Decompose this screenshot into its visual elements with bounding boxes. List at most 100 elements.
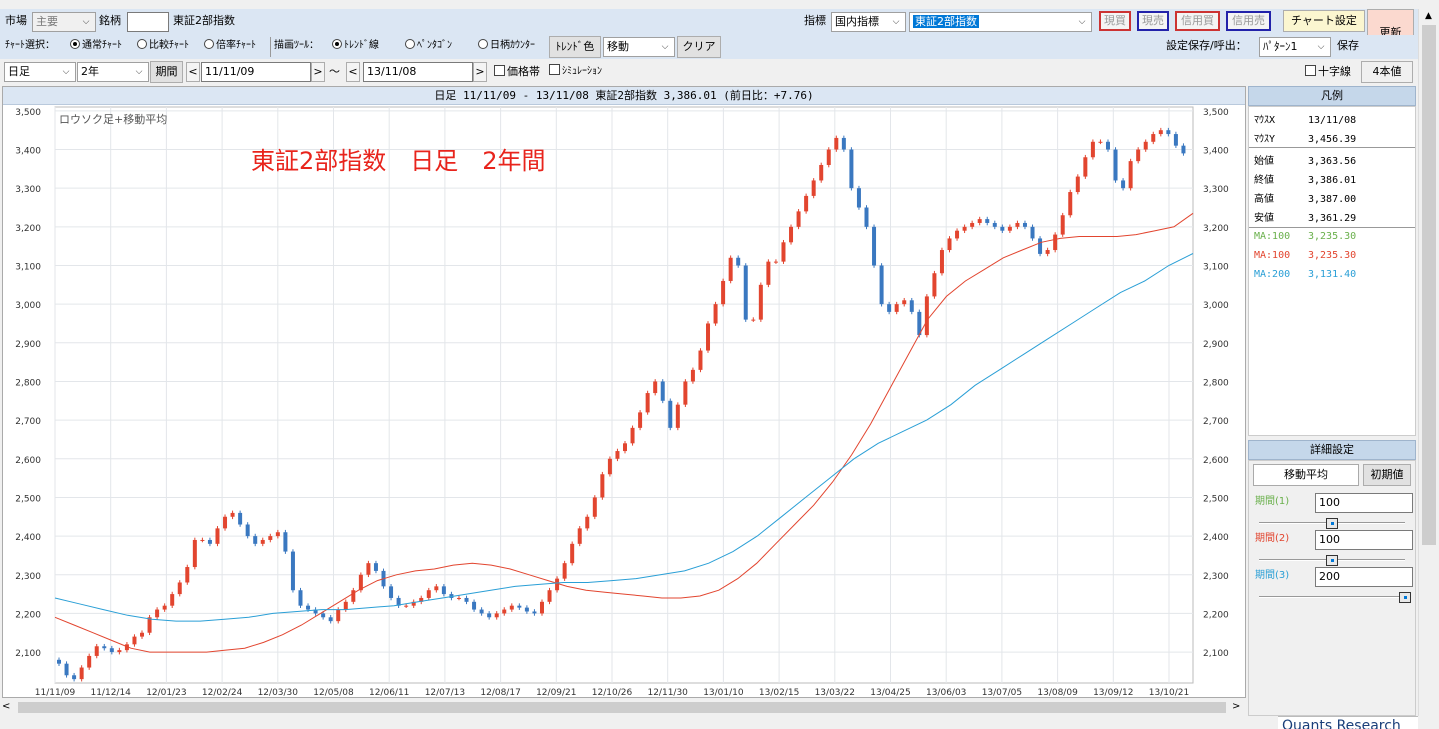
candles-button[interactable]: 4本値 [1361, 61, 1413, 83]
chart-subtitle: ロウソク足+移動平均 [59, 112, 167, 126]
radio-trend-line[interactable]: ﾄﾚﾝﾄﾞ線 [332, 36, 379, 56]
margin-sell-button[interactable]: 信用売 [1226, 11, 1271, 31]
save-button[interactable]: 保存 [1337, 36, 1359, 56]
toolbar-period: 日足 ⌵ 2年 ⌵ 期間 < 11/11/09 > ～ < 13/11/08 > 価… [0, 59, 1439, 85]
radio-off-icon [405, 39, 415, 49]
scroll-right-icon[interactable]: > [1232, 701, 1240, 712]
candle-body [487, 613, 492, 618]
trend-color-button[interactable]: ﾄﾚﾝﾄﾞ色 [549, 36, 601, 58]
candle-body [298, 590, 303, 606]
symbol-input[interactable] [127, 12, 169, 32]
legend-mouse-x-value: 13/11/08 [1308, 115, 1357, 126]
chart-settings-button[interactable]: チャート設定 [1283, 10, 1365, 32]
legend-ma3: MA:200 3,131.40 [1254, 269, 1356, 280]
candle-body [1158, 130, 1163, 135]
scroll-thumb[interactable] [1422, 25, 1436, 545]
candle-body [1060, 215, 1065, 235]
chevron-down-icon: ⌵ [1317, 42, 1325, 52]
window-vscrollbar[interactable]: ▲ [1418, 9, 1439, 716]
move-select[interactable]: 移動 ⌵ [603, 37, 675, 57]
cash-sell-button[interactable]: 現売 [1137, 11, 1169, 31]
price-band-checkbox[interactable]: 価格帯 [494, 62, 540, 82]
candle-body [841, 137, 846, 150]
indicator-category-select[interactable]: 国内指標 ⌵ [831, 12, 906, 32]
candle-body [547, 590, 552, 602]
candle-body [1105, 141, 1110, 150]
period3-slider[interactable] [1259, 592, 1411, 603]
candle-body [290, 551, 295, 591]
span-select[interactable]: 2年 ⌵ [77, 62, 149, 82]
simulation-checkbox[interactable]: ｼﾐｭﾚｰｼｮﾝ [549, 62, 602, 82]
chart-hscrollbar[interactable]: < > [0, 699, 1246, 716]
slider-thumb[interactable] [1326, 518, 1338, 529]
chevron-right-icon[interactable]: > [473, 62, 487, 82]
period2-input[interactable]: 100 [1315, 530, 1413, 550]
candle-body [215, 528, 220, 544]
radio-off-icon [137, 39, 147, 49]
candle-body [147, 617, 152, 633]
y-tick-label: 3,500 [1203, 108, 1229, 118]
period-type-select[interactable]: 日足 ⌵ [4, 62, 76, 82]
candle-body [268, 536, 273, 540]
radio-compare-chart[interactable]: 比較ﾁｬｰﾄ [137, 36, 189, 56]
period-button[interactable]: 期間 [150, 61, 183, 83]
move-select-value: 移動 [607, 40, 629, 53]
clear-button[interactable]: クリア [677, 36, 721, 58]
detail-header: 詳細設定 [1248, 440, 1416, 460]
scroll-thumb[interactable] [18, 702, 1226, 713]
to-date-input[interactable]: 13/11/08 [363, 62, 473, 82]
x-tick-label: 13/01/10 [703, 688, 744, 697]
slider-thumb[interactable] [1399, 592, 1411, 603]
crosshair-checkbox[interactable]: 十字線 [1305, 62, 1351, 82]
tab-moving-average[interactable]: 移動平均 [1253, 464, 1359, 486]
period1-input[interactable]: 100 [1315, 493, 1413, 513]
scroll-left-icon[interactable]: < [2, 701, 10, 712]
candle-body [630, 427, 635, 444]
y-tick-label: 3,200 [15, 224, 41, 234]
slider-thumb[interactable] [1326, 555, 1338, 566]
chevron-left-icon[interactable]: < [346, 62, 360, 82]
indicator-select[interactable]: 東証2部指数 ⌵ [909, 12, 1092, 32]
candle-body [1053, 234, 1058, 251]
init-button[interactable]: 初期値 [1363, 464, 1411, 486]
candle-body [728, 257, 733, 281]
x-tick-label: 13/07/05 [982, 688, 1022, 697]
candle-body [1128, 161, 1133, 189]
margin-buy-button[interactable]: 信用買 [1175, 11, 1220, 31]
candlestick-chart[interactable]: 2,100 2,200 2,300 2,400 2,500 2,600 2,700 2,800… [3, 87, 1245, 697]
candle-body [939, 250, 944, 274]
cash-buy-button[interactable]: 現買 [1099, 11, 1131, 31]
x-axis: 11/11/09 11/12/14 12/01/23 12/02/24 12/03/30… [35, 688, 1189, 697]
y-tick-label: 2,600 [15, 456, 41, 466]
chevron-left-icon[interactable]: < [186, 62, 200, 82]
candle-body [1113, 149, 1118, 181]
radio-normal-chart[interactable]: 通常ﾁｬｰﾄ [70, 36, 122, 56]
chevron-right-icon[interactable]: > [311, 62, 325, 82]
candle-body [1166, 130, 1171, 135]
period3-input[interactable]: 200 [1315, 567, 1413, 587]
period1-slider[interactable] [1259, 518, 1405, 529]
candle-body [879, 265, 884, 305]
candle-body [230, 512, 235, 517]
candle-body [645, 393, 650, 413]
market-select[interactable]: 主要 ⌵ [32, 12, 96, 32]
candle-body [306, 605, 311, 610]
candle-body [721, 280, 726, 305]
period2-slider[interactable] [1259, 555, 1405, 566]
candle-body [238, 512, 243, 525]
pattern-select[interactable]: ﾊﾟﾀｰﾝ1 ⌵ [1259, 37, 1331, 57]
radio-day-counter[interactable]: 日柄ｶｳﾝﾀｰ [478, 36, 535, 56]
x-tick-label: 13/04/25 [870, 688, 910, 697]
legend-mouse-x: ﾏｳｽX 13/11/08 [1254, 111, 1356, 126]
chart-area[interactable]: 日足 11/11/09 - 13/11/08 東証2部指数 3,386.01 (… [2, 86, 1246, 698]
scroll-up-icon[interactable]: ▲ [1425, 11, 1432, 21]
draw-tool-label: 描画ﾂｰﾙ： [274, 40, 319, 51]
radio-ratio-chart-label: 倍率ﾁｬｰﾄ [216, 40, 256, 51]
y-tick-label: 2,300 [15, 572, 41, 582]
x-tick-label: 12/08/17 [480, 688, 520, 697]
from-date-input[interactable]: 11/11/09 [201, 62, 311, 82]
radio-pentagon[interactable]: ﾍﾟﾝﾀｺﾞﾝ [405, 36, 452, 56]
candle-body [706, 323, 711, 351]
legend-ma1-label: MA:100 [1254, 231, 1291, 242]
radio-ratio-chart[interactable]: 倍率ﾁｬｰﾄ [204, 36, 256, 56]
